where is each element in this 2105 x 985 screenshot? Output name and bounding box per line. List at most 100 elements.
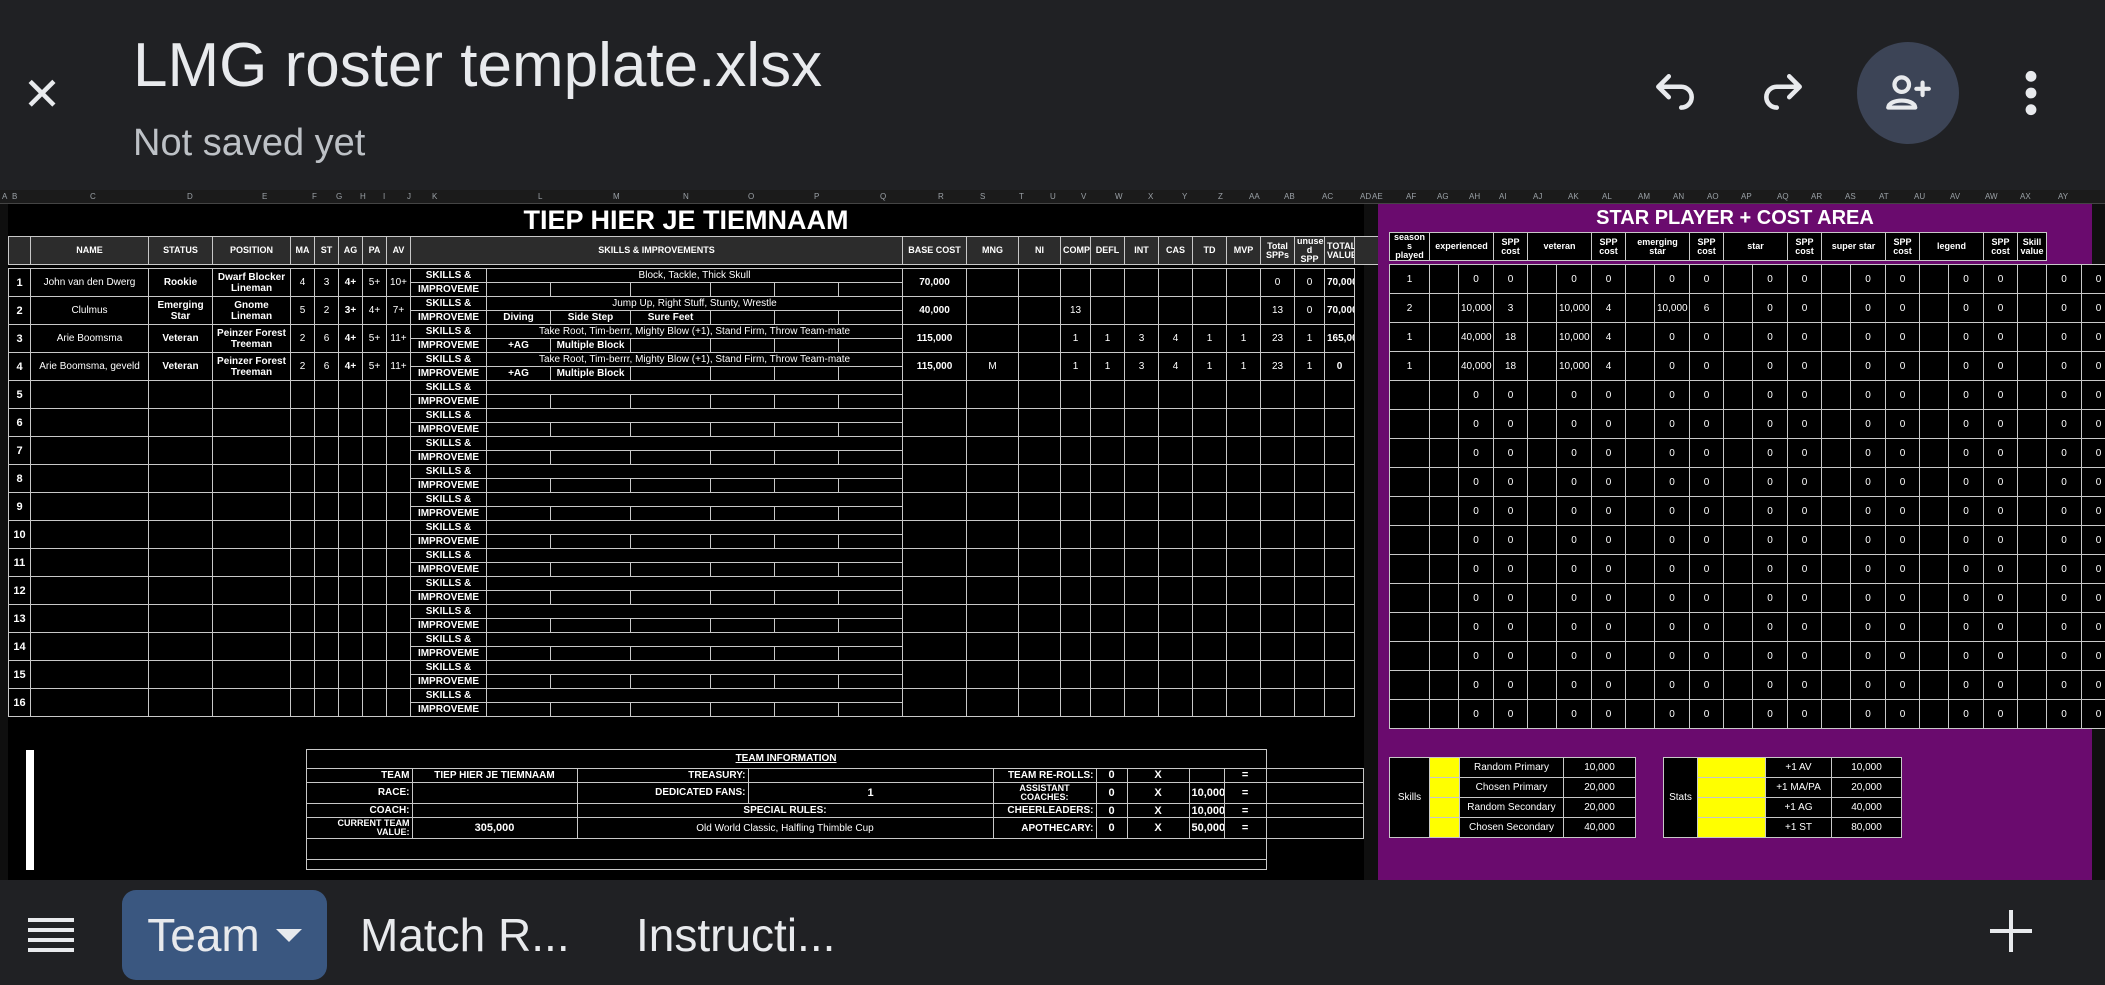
column-header-ae[interactable]: AE <box>1372 192 1383 201</box>
player-int[interactable] <box>1124 548 1159 577</box>
star-cell[interactable]: 3 <box>1493 293 1528 323</box>
star-cell[interactable]: 0 <box>1787 641 1823 671</box>
highlight-cell[interactable] <box>1697 817 1766 838</box>
improvement-cell[interactable] <box>710 562 775 577</box>
player-defl[interactable] <box>1090 268 1125 297</box>
star-cell[interactable]: 0 <box>1787 438 1823 468</box>
star-cell[interactable]: 0 <box>2081 351 2105 381</box>
player-unused[interactable]: 0 <box>1294 268 1325 297</box>
star-cell[interactable]: 0 <box>1787 409 1823 439</box>
player-int[interactable] <box>1124 436 1159 465</box>
table-row[interactable]: 000000000000000 <box>1389 525 2105 555</box>
player-int[interactable] <box>1124 632 1159 661</box>
player-ag[interactable] <box>338 576 363 605</box>
player-mng[interactable] <box>966 576 1019 605</box>
star-cell[interactable]: 0 <box>1850 554 1887 584</box>
star-cell[interactable]: 0 <box>1885 496 1921 526</box>
star-cell[interactable]: 0 <box>1556 409 1592 439</box>
tab-instructions[interactable]: Instructi... <box>636 908 835 962</box>
highlight-cell[interactable] <box>2017 583 2048 613</box>
player-pa[interactable] <box>362 380 387 409</box>
star-cell[interactable]: 0 <box>2046 264 2083 294</box>
player-ag[interactable]: 3+ <box>338 296 363 325</box>
player-unused[interactable] <box>1294 576 1325 605</box>
player-pa[interactable] <box>362 492 387 521</box>
highlight-cell[interactable] <box>1919 264 1950 294</box>
star-cell[interactable]: 0 <box>1787 351 1823 381</box>
player-pa[interactable] <box>362 632 387 661</box>
highlight-cell[interactable] <box>1697 777 1766 798</box>
highlight-cell[interactable] <box>1723 554 1753 584</box>
player-ni[interactable] <box>1018 520 1061 549</box>
star-cell[interactable]: 0 <box>1458 583 1494 613</box>
player-int[interactable] <box>1124 520 1159 549</box>
improvement-cell[interactable] <box>774 618 839 633</box>
player-ma[interactable] <box>290 688 315 717</box>
player-defl[interactable] <box>1090 296 1125 325</box>
improvement-cell[interactable] <box>710 506 775 521</box>
player-ma[interactable] <box>290 604 315 633</box>
player-total-value[interactable]: 0 <box>1324 352 1355 381</box>
player-ni[interactable] <box>1018 464 1061 493</box>
star-cell[interactable]: 0 <box>1493 670 1528 700</box>
improvement-cell[interactable] <box>774 478 839 493</box>
player-name[interactable]: Arie Boomsma <box>30 324 149 353</box>
star-cell[interactable]: 0 <box>1556 438 1592 468</box>
highlight-cell[interactable] <box>1723 380 1753 410</box>
star-cell[interactable]: 0 <box>2081 496 2105 526</box>
player-st[interactable] <box>314 604 339 633</box>
star-cell[interactable]: 0 <box>2081 380 2105 410</box>
improvement-cell[interactable] <box>838 618 903 633</box>
player-skills[interactable] <box>486 464 903 479</box>
player-cas[interactable]: 4 <box>1158 324 1193 353</box>
player-position[interactable] <box>212 380 291 409</box>
player-comp[interactable]: 1 <box>1060 324 1091 353</box>
player-name[interactable] <box>30 408 149 437</box>
star-cell[interactable] <box>1389 612 1430 642</box>
player-td[interactable] <box>1192 492 1227 521</box>
player-name[interactable] <box>30 632 149 661</box>
star-cell[interactable]: 0 <box>1948 641 1985 671</box>
improvement-cell[interactable] <box>838 310 903 325</box>
improvement-cell[interactable] <box>710 534 775 549</box>
star-cell[interactable]: 0 <box>1654 264 1690 294</box>
star-cell[interactable]: 0 <box>1458 496 1494 526</box>
column-header-ad[interactable]: AD <box>1360 192 1371 201</box>
star-cell[interactable]: 0 <box>1458 525 1494 555</box>
player-total-value[interactable] <box>1324 408 1355 437</box>
highlight-cell[interactable] <box>1821 670 1852 700</box>
player-base-cost[interactable] <box>902 520 967 549</box>
player-int[interactable] <box>1124 268 1159 297</box>
improvement-cell[interactable] <box>486 702 551 717</box>
player-comp[interactable] <box>1060 436 1091 465</box>
star-cell[interactable]: 0 <box>1948 554 1985 584</box>
improvement-cell[interactable] <box>838 478 903 493</box>
star-cell[interactable]: 0 <box>1751 583 1789 613</box>
player-base-cost[interactable]: 70,000 <box>902 268 967 297</box>
player-name[interactable] <box>30 464 149 493</box>
star-cell[interactable]: 0 <box>1493 641 1528 671</box>
player-st[interactable] <box>314 632 339 661</box>
star-cell[interactable]: 40,000 <box>1458 351 1494 381</box>
highlight-cell[interactable] <box>2017 438 2048 468</box>
improvement-cell[interactable] <box>486 478 551 493</box>
star-cell[interactable]: 0 <box>1458 699 1494 729</box>
column-header-j[interactable]: J <box>407 192 411 201</box>
player-ni[interactable] <box>1018 660 1061 689</box>
star-cell[interactable]: 0 <box>1948 264 1985 294</box>
player-base-cost[interactable] <box>902 660 967 689</box>
star-cell[interactable]: 0 <box>1983 467 2019 497</box>
improvement-cell[interactable] <box>630 506 711 521</box>
star-cell[interactable]: 0 <box>1850 612 1887 642</box>
column-header-aq[interactable]: AQ <box>1777 192 1789 201</box>
table-row[interactable]: 3 Arie Boomsma Veteran Peinzer Forest Treem… <box>8 324 1425 353</box>
treasury-value[interactable] <box>747 767 994 784</box>
player-skills[interactable] <box>486 520 903 535</box>
player-st[interactable] <box>314 492 339 521</box>
table-row[interactable]: 210,000310,000410,00060000000030,000 <box>1389 293 2105 323</box>
player-mvp[interactable] <box>1226 380 1261 409</box>
cheerleaders-qty[interactable]: 0 <box>1095 802 1128 819</box>
improvement-cell[interactable] <box>630 534 711 549</box>
player-skills[interactable]: Take Root, Tim-berrr, Mighty Blow (+1), … <box>486 324 903 339</box>
player-mng[interactable]: M <box>966 352 1019 381</box>
